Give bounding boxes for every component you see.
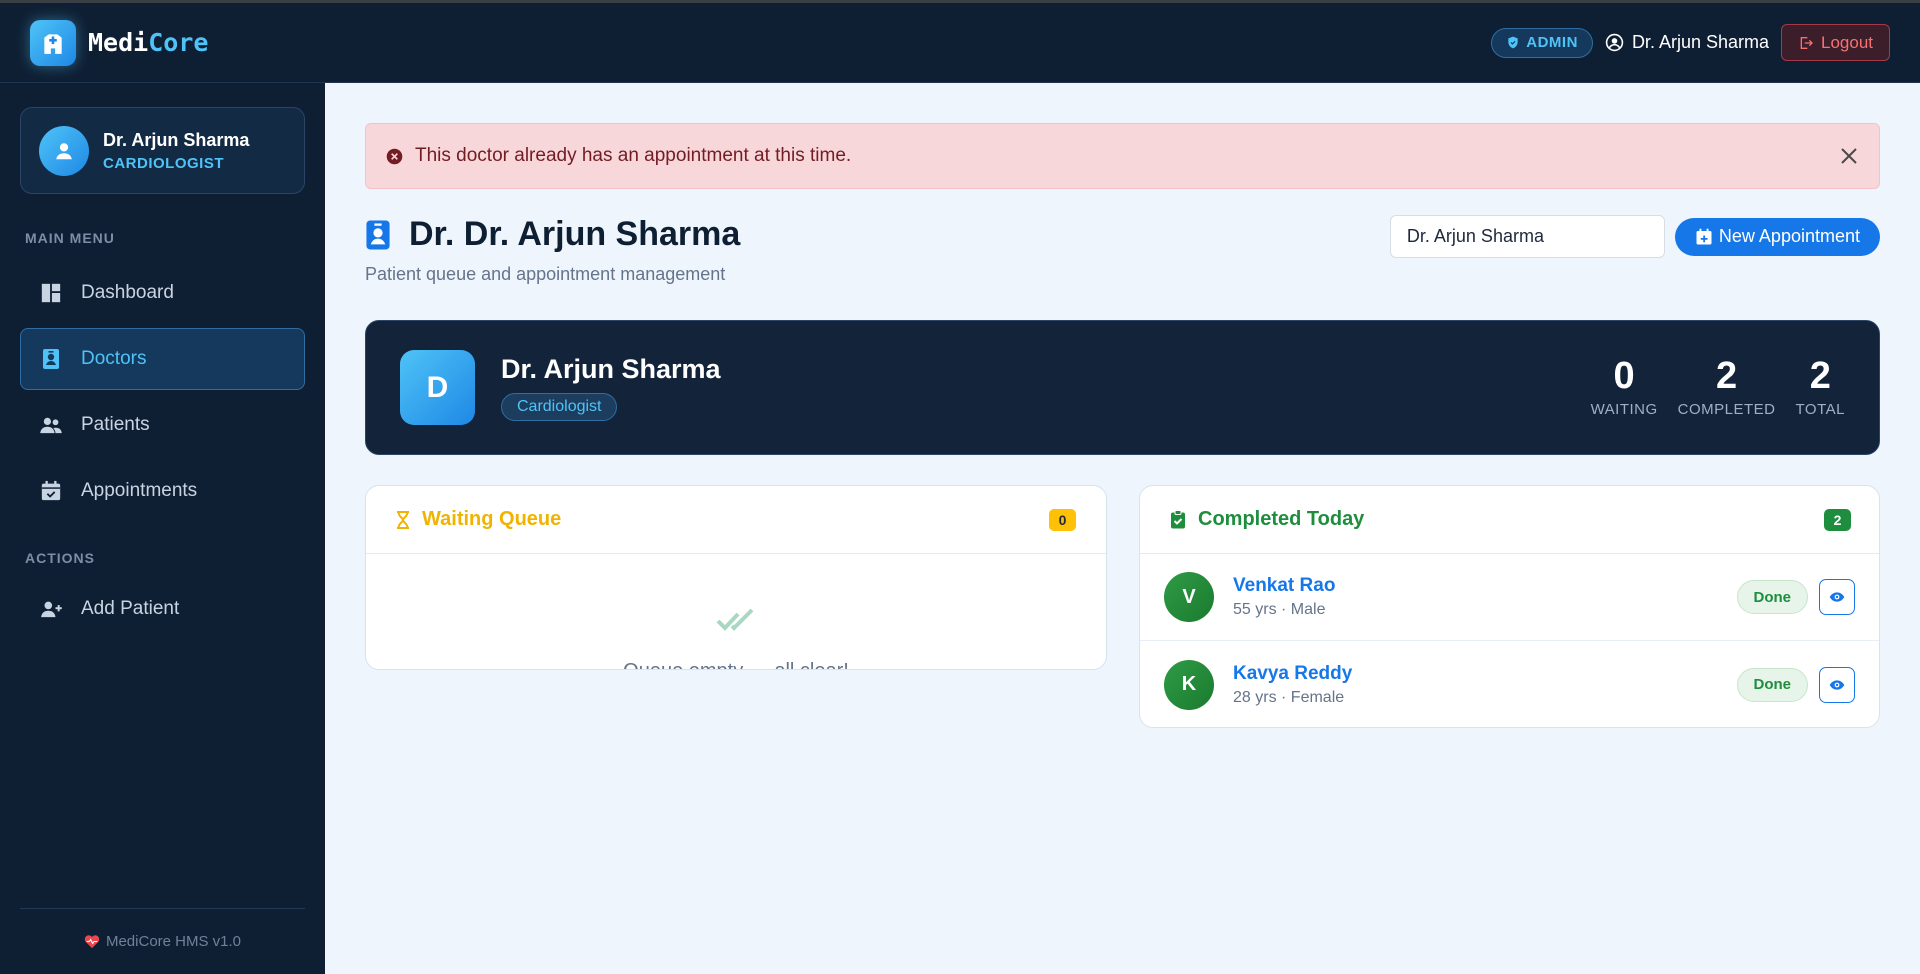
brand-name-part2: Core [148,28,209,57]
sidebar-item-label: Doctors [81,348,147,369]
eye-icon [1829,592,1845,602]
status-badge: Done [1736,667,1808,702]
sidebar-item-patients[interactable]: Patients [20,394,305,456]
dashboard-icon [39,282,63,304]
sidebar-item-doctors[interactable]: Doctors [20,328,305,390]
patient-name-link[interactable]: Venkat Rao [1233,575,1335,597]
completed-today-header: Completed Today 2 [1140,486,1879,554]
hourglass-icon [396,510,410,529]
main-menu-label: MAIN MENU [25,230,115,246]
eye-icon [1829,679,1845,690]
stat-label: WAITING [1590,401,1658,418]
waiting-queue-title: Waiting Queue [422,508,562,530]
user-icon [56,142,72,159]
double-check-icon [716,608,754,631]
patient-meta: 55 yrs · Male [1233,601,1326,618]
top-bar: MediCore ADMIN Dr. Arjun Sharma Logout [0,0,1920,83]
header-controls: Dr. Arjun Sharma New Appointment [1389,215,1880,258]
waiting-count-badge: 0 [1049,508,1076,531]
patient-meta: 28 yrs · Female [1233,688,1345,706]
main-content: This doctor already has an appointment a… [325,83,1920,974]
new-appointment-label: New Appointment [1718,226,1860,246]
sidebar-item-appointments[interactable]: Appointments [20,460,305,522]
error-circle-icon [386,148,403,165]
sidebar-item-dashboard[interactable]: Dashboard [20,262,305,324]
doctor-specialty-badge: Cardiologist [501,393,618,421]
doctor-avatar: D [400,350,475,425]
doctor-name: Dr. Arjun Sharma [501,354,721,384]
waiting-queue-card: Waiting Queue 0 Queue empty — all clear! [365,485,1107,670]
page-title: Dr. Dr. Arjun Sharma [365,215,740,254]
users-icon [39,416,63,434]
completed-today-card: Completed Today 2 V Venkat Rao 55 yrs · … [1139,485,1880,728]
page-header: Dr. Dr. Arjun Sharma Patient queue and a… [365,215,740,285]
stat-label: COMPLETED [1677,401,1776,418]
sidebar-item-label: Add Patient [81,598,180,619]
doctor-summary-banner: D Dr. Arjun Sharma Cardiologist 0 WAITIN… [365,320,1880,455]
actions-label: ACTIONS [25,550,95,566]
clipboard-check-icon [1170,510,1186,529]
admin-role-badge: ADMIN [1491,27,1593,58]
close-icon[interactable] [1839,146,1859,166]
calendar-plus-icon [1696,228,1712,244]
avatar: V [1164,572,1214,622]
sidebar-item-add-patient[interactable]: Add Patient [20,578,305,640]
calendar-icon [39,480,63,502]
view-patient-button[interactable] [1819,666,1855,703]
patient-name-link[interactable]: Kavya Reddy [1233,663,1352,685]
brand-name-part1: Medi [88,28,149,57]
doctor-stats: 0 WAITING 2 COMPLETED 2 TOTAL [1591,357,1845,418]
view-patient-button[interactable] [1819,579,1855,615]
current-user-name: Dr. Arjun Sharma [1631,32,1769,52]
profile-card: Dr. Arjun Sharma CARDIOLOGIST [20,107,305,194]
logout-button[interactable]: Logout [1781,24,1890,61]
sidebar: Dr. Arjun Sharma CARDIOLOGIST MAIN MENU … [0,83,325,974]
sidebar-item-label: Dashboard [81,282,174,303]
page-subtitle: Patient queue and appointment management [365,264,726,284]
logout-icon [1800,36,1813,49]
avatar: K [1164,659,1214,710]
shield-icon [1508,36,1518,49]
profile-name: Dr. Arjun Sharma [103,129,250,150]
empty-state: Queue empty — all clear! [366,554,1106,669]
stat-value: 0 [1613,355,1635,397]
brand-name[interactable]: MediCore [88,28,208,57]
page-title-text: Dr. Dr. Arjun Sharma [409,215,741,253]
stat-value: 2 [1716,355,1738,397]
completed-count-badge: 2 [1824,508,1851,531]
sidebar-item-label: Patients [81,414,150,435]
doctor-badge-icon [39,348,63,370]
doctor-badge-icon [366,220,390,249]
stat-value: 2 [1809,355,1831,397]
user-plus-icon [39,600,63,618]
completed-today-title: Completed Today [1198,508,1365,530]
list-item: K Kavya Reddy 28 yrs · Female Done [1140,641,1879,727]
heartbeat-icon [84,935,100,949]
error-alert: This doctor already has an appointment a… [365,123,1880,189]
sidebar-footer: MediCore HMS v1.0 [20,908,305,974]
new-appointment-button[interactable]: New Appointment [1674,217,1880,256]
profile-role: CARDIOLOGIST [103,154,224,172]
current-user[interactable]: Dr. Arjun Sharma [1605,32,1769,53]
stat-waiting: 0 WAITING [1591,357,1658,418]
hospital-logo-icon[interactable] [30,19,76,66]
list-item: V Venkat Rao 55 yrs · Male Done [1140,554,1879,641]
footer-version: MediCore HMS v1.0 [105,933,242,950]
empty-state-text: Queue empty — all clear! [623,660,849,669]
stat-label: TOTAL [1795,401,1845,418]
stat-completed: 2 COMPLETED [1678,357,1776,418]
admin-badge-label: ADMIN [1526,34,1578,51]
logout-label: Logout [1821,32,1873,52]
sidebar-item-label: Appointments [81,480,198,501]
doctor-select[interactable]: Dr. Arjun Sharma [1389,215,1665,258]
profile-avatar [39,125,89,176]
waiting-queue-header: Waiting Queue 0 [366,486,1106,554]
status-badge: Done [1736,580,1808,614]
user-circle-icon [1605,33,1624,52]
stat-total: 2 TOTAL [1796,357,1845,418]
alert-message: This doctor already has an appointment a… [415,145,852,166]
